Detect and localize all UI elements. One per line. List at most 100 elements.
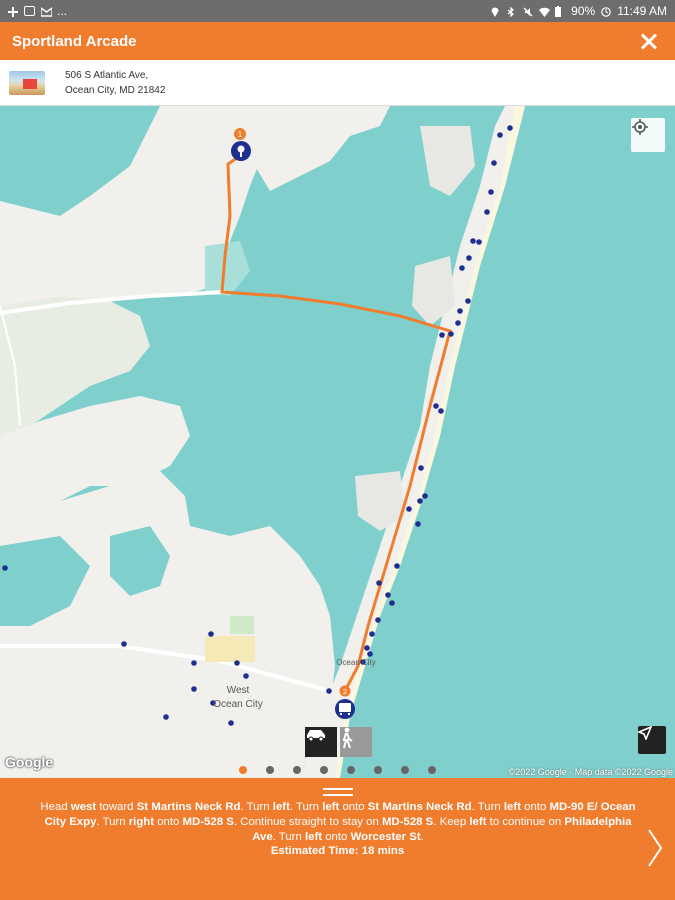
- bus-stop[interactable]: [163, 714, 169, 720]
- bus-stop[interactable]: [417, 498, 423, 504]
- direction-text: onto: [520, 801, 550, 813]
- page-dot[interactable]: [401, 766, 409, 774]
- location-icon: [491, 6, 501, 17]
- travel-mode-walk[interactable]: [340, 727, 372, 757]
- page-dot[interactable]: [293, 766, 301, 774]
- bus-stop[interactable]: [121, 641, 127, 647]
- bus-stop[interactable]: [375, 617, 381, 623]
- direction-text: Head: [40, 801, 71, 813]
- bus-stop[interactable]: [488, 189, 494, 195]
- bus-stop[interactable]: [389, 600, 395, 606]
- bus-stop[interactable]: [364, 645, 370, 651]
- bus-stop[interactable]: [439, 332, 445, 338]
- map-label-west: West: [227, 685, 250, 696]
- bus-stop[interactable]: [394, 563, 400, 569]
- bus-stop[interactable]: [457, 308, 463, 314]
- bus-stop[interactable]: [2, 565, 8, 571]
- page-dot[interactable]: [374, 766, 382, 774]
- bus-stop[interactable]: [484, 209, 490, 215]
- bus-stop[interactable]: [470, 238, 476, 244]
- direction-text: . Turn: [272, 831, 305, 843]
- battery-icon: [555, 6, 565, 17]
- direction-text: . Turn: [471, 801, 504, 813]
- bus-stop[interactable]: [448, 331, 454, 337]
- page-dot[interactable]: [428, 766, 436, 774]
- mainland-south: [0, 471, 335, 778]
- route-pagination: [0, 766, 675, 778]
- direction-keyword: left: [304, 831, 323, 843]
- more-notifications: ...: [57, 4, 68, 18]
- address-bar: 506 S Atlantic Ave, Ocean City, MD 21842: [0, 60, 675, 106]
- address-line-2: Ocean City, MD 21842: [65, 84, 166, 96]
- clock-time: 11:49 AM: [617, 4, 667, 18]
- bus-stop[interactable]: [507, 125, 513, 131]
- bus-stop[interactable]: [438, 408, 444, 414]
- direction-text: onto: [322, 831, 351, 843]
- direction-text: . Turn: [289, 801, 323, 813]
- direction-keyword: Worcester St: [350, 831, 421, 843]
- next-route-button[interactable]: [643, 826, 667, 870]
- bus-stop[interactable]: [326, 688, 332, 694]
- clock-icon: [601, 6, 611, 17]
- address-line-1: 506 S Atlantic Ave,: [65, 69, 149, 81]
- wifi-icon: [539, 6, 551, 17]
- page-dot[interactable]: [347, 766, 355, 774]
- direction-keyword: right: [128, 816, 155, 828]
- park-area: [230, 616, 254, 634]
- bus-stop[interactable]: [406, 506, 412, 512]
- bus-stop[interactable]: [422, 493, 428, 499]
- bus-stop[interactable]: [465, 298, 471, 304]
- drag-handle-icon[interactable]: [323, 788, 353, 796]
- direction-keyword: St Martins Neck Rd: [136, 801, 241, 813]
- bus-stop[interactable]: [208, 631, 214, 637]
- mainland-north-2: [250, 106, 390, 191]
- bus-stop[interactable]: [367, 651, 373, 657]
- bus-stop[interactable]: [459, 265, 465, 271]
- direction-keyword: St Martins Neck Rd: [367, 801, 472, 813]
- bus-stop[interactable]: [415, 521, 421, 527]
- barrier-island: [300, 106, 525, 778]
- bus-stop[interactable]: [491, 160, 497, 166]
- direction-keyword: MD-528 S: [182, 816, 234, 828]
- direction-keyword: left: [322, 801, 340, 813]
- bus-stop[interactable]: [369, 631, 375, 637]
- direction-keyword: west: [70, 801, 97, 813]
- chevron-right-icon: [643, 829, 667, 874]
- direction-text: .: [420, 831, 424, 843]
- direction-text: . Turn: [96, 816, 129, 828]
- bus-stop[interactable]: [497, 132, 503, 138]
- direction-keyword: left: [469, 816, 487, 828]
- bus-stop[interactable]: [466, 255, 472, 261]
- bus-stop[interactable]: [228, 720, 234, 726]
- navigate-button[interactable]: [638, 726, 666, 754]
- map-view[interactable]: 1 2 West Ocean City Ocean City Google ©2…: [0, 106, 675, 778]
- bus-stop[interactable]: [455, 320, 461, 326]
- bus-stop[interactable]: [385, 592, 391, 598]
- bus-stop[interactable]: [234, 660, 240, 666]
- bus-stop[interactable]: [476, 239, 482, 245]
- close-icon[interactable]: [635, 27, 663, 55]
- map-canvas[interactable]: 1 2 West Ocean City Ocean City: [0, 106, 675, 778]
- status-bar: ... 90% 11:49 AM: [0, 0, 675, 22]
- direction-text: onto: [339, 801, 368, 813]
- bus-stop[interactable]: [433, 403, 439, 409]
- bus-stop[interactable]: [191, 686, 197, 692]
- direction-text: to continue on: [486, 816, 565, 828]
- place-thumbnail[interactable]: [9, 70, 45, 95]
- directions-text: Head west toward St Martins Neck Rd. Tur…: [36, 800, 640, 845]
- page-dot[interactable]: [266, 766, 274, 774]
- bus-stop[interactable]: [376, 580, 382, 586]
- address: 506 S Atlantic Ave, Ocean City, MD 21842: [65, 68, 165, 98]
- page-dot[interactable]: [239, 766, 247, 774]
- page-dot[interactable]: [320, 766, 328, 774]
- direction-keyword: MD-528 S: [382, 816, 434, 828]
- travel-mode-car[interactable]: [305, 727, 337, 757]
- my-location-button[interactable]: [631, 118, 665, 152]
- bay-island: [205, 241, 250, 296]
- directions-panel: Head west toward St Martins Neck Rd. Tur…: [0, 778, 675, 900]
- bus-stop[interactable]: [243, 673, 249, 679]
- bus-stop[interactable]: [191, 660, 197, 666]
- page-title: Sportland Arcade: [12, 32, 137, 50]
- canals-north: [420, 126, 475, 196]
- bus-stop[interactable]: [418, 465, 424, 471]
